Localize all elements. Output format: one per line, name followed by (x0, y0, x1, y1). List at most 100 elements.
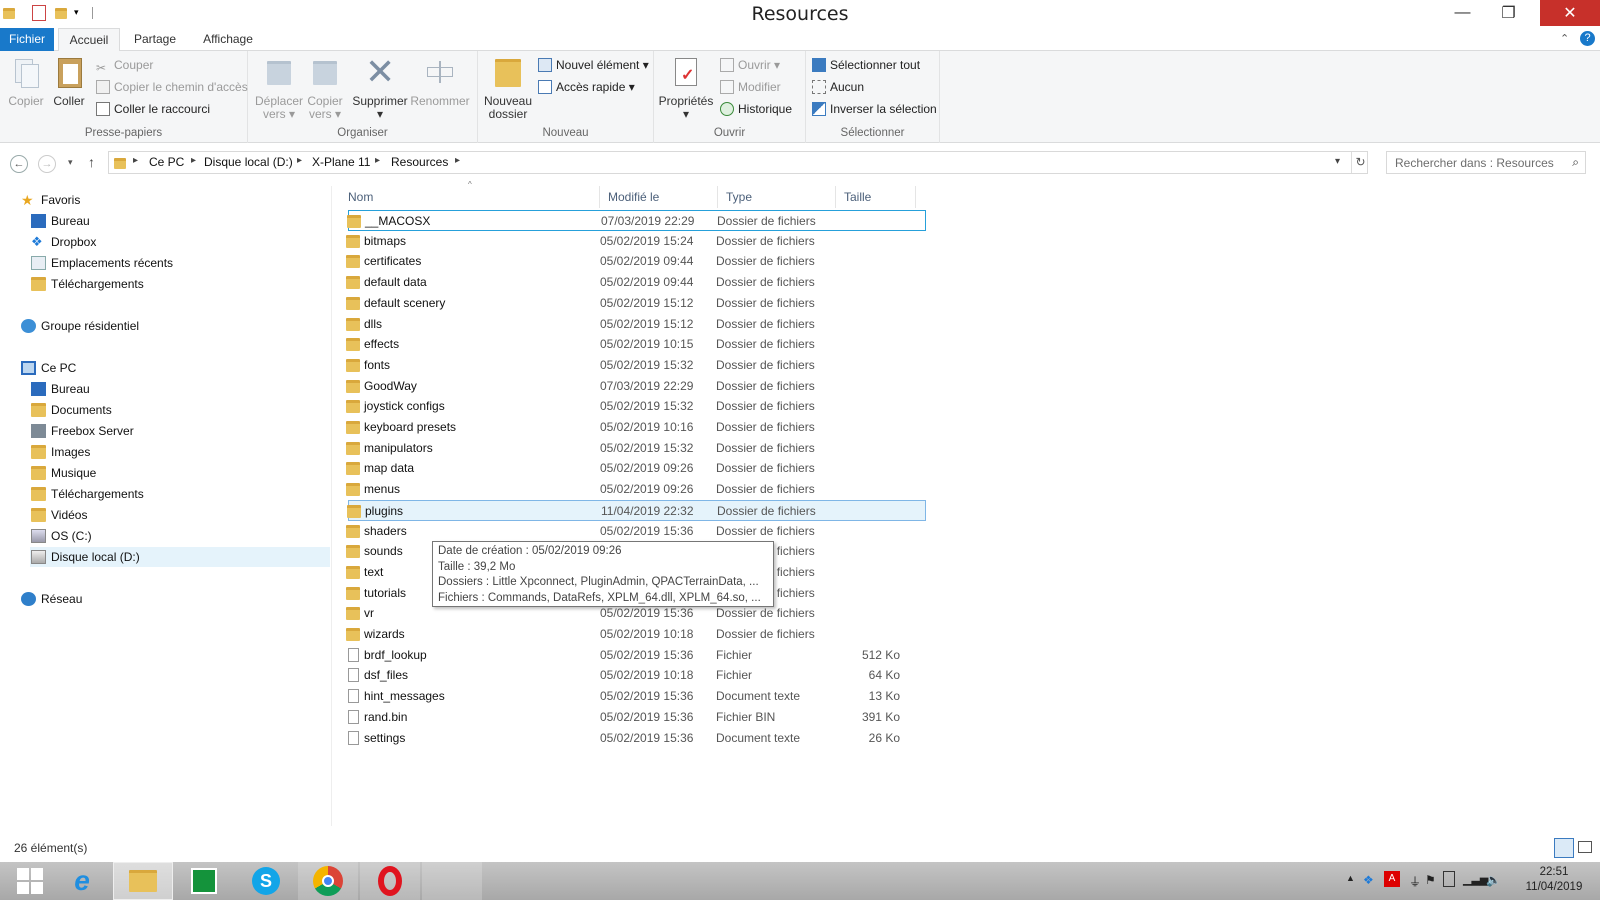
nav-pc-bureau[interactable]: Bureau (31, 379, 90, 399)
restore-button[interactable]: ❐ (1486, 0, 1531, 26)
nav-pc-drive-d[interactable]: Disque local (D:) (30, 547, 330, 567)
file-row[interactable]: manipulators 05/02/2019 15:32 Dossier de f… (346, 438, 926, 459)
file-row[interactable]: hint_messages 05/02/2019 15:36 Document te… (348, 686, 926, 707)
taskbar-window[interactable] (422, 862, 482, 900)
breadcrumb-resources[interactable]: Resources (391, 155, 448, 169)
dropbox-tray-icon[interactable]: ❖ (1363, 873, 1374, 887)
file-row[interactable]: GoodWay 07/03/2019 22:29 Dossier de fichie… (346, 376, 926, 397)
select-all-button[interactable]: Sélectionner tout (810, 55, 920, 75)
breadcrumb-ce-pc[interactable]: Ce PC (149, 155, 184, 169)
start-button[interactable] (0, 862, 60, 900)
column-header-type[interactable]: Type (718, 186, 836, 208)
show-hidden-icons[interactable]: ▲ (1346, 873, 1355, 883)
tab-accueil[interactable]: Accueil (58, 28, 120, 52)
tab-fichier[interactable]: Fichier (0, 28, 54, 51)
nav-pc-freebox[interactable]: Freebox Server (31, 421, 134, 441)
file-row[interactable]: effects 05/02/2019 10:15 Dossier de fichie… (346, 334, 926, 355)
invert-selection-button[interactable]: Inverser la sélection (810, 99, 937, 119)
network-signal-icon[interactable]: ▁▃▅ (1463, 873, 1488, 886)
copy-button[interactable]: Copier (6, 55, 46, 108)
select-none-button[interactable]: Aucun (810, 77, 864, 97)
properties-button[interactable]: ✓ Propriétés ▾ (658, 55, 714, 121)
tab-affichage[interactable]: Affichage (190, 28, 266, 51)
file-row[interactable]: fonts 05/02/2019 15:32 Dossier de fichiers (346, 355, 926, 376)
search-icon[interactable]: ⌕ (1572, 155, 1579, 170)
nav-fav-downloads[interactable]: Téléchargements (31, 274, 144, 294)
file-row[interactable]: shaders 05/02/2019 15:36 Dossier de fichie… (346, 521, 926, 542)
breadcrumb-x-plane[interactable]: X-Plane 11 (312, 155, 370, 169)
address-dropdown-icon[interactable]: ▾ (1335, 156, 1340, 167)
antivirus-tray-icon[interactable]: A (1384, 871, 1400, 887)
close-button[interactable]: ✕ (1540, 0, 1600, 26)
nav-pc-drive-c[interactable]: OS (C:) (31, 526, 92, 546)
address-bar[interactable]: ▸ Ce PC ▸ Disque local (D:) ▸ X-Plane 11… (108, 151, 1368, 174)
file-row[interactable]: plugins 11/04/2019 22:32 Dossier de fichie… (347, 499, 926, 521)
file-row[interactable]: settings 05/02/2019 15:36 Document texte 26… (348, 728, 926, 749)
paste-shortcut-button[interactable]: Coller le raccourci (94, 99, 210, 119)
new-folder-button[interactable]: Nouveau dossier (482, 55, 534, 121)
file-row[interactable]: dsf_files 05/02/2019 10:18 Fichier 64 Ko (348, 665, 926, 686)
tab-partage[interactable]: Partage (124, 28, 186, 51)
file-row[interactable]: joystick configs 05/02/2019 15:32 Dossier … (346, 396, 926, 417)
nav-pc-videos[interactable]: Vidéos (31, 505, 87, 525)
nav-pc-images[interactable]: Images (31, 442, 90, 462)
file-row[interactable]: menus 05/02/2019 09:26 Dossier de fichiers (346, 479, 926, 500)
file-row[interactable]: certificates 05/02/2019 09:44 Dossier de f… (346, 251, 926, 272)
breadcrumb-disque-d[interactable]: Disque local (D:) (204, 155, 293, 169)
file-row[interactable]: map data 05/02/2019 09:26 Dossier de fichi… (346, 458, 926, 479)
easy-access-button[interactable]: Accès rapide ▾ (536, 77, 635, 97)
file-row[interactable]: __MACOSX 07/03/2019 22:29 Dossier de fichi… (347, 210, 926, 231)
nav-fav-dropbox[interactable]: ❖ Dropbox (31, 232, 96, 252)
cut-button[interactable]: ✂ Couper (94, 55, 153, 75)
back-button[interactable]: ← (10, 155, 28, 173)
file-row[interactable]: rand.bin 05/02/2019 15:36 Fichier BIN 391 K… (348, 707, 926, 728)
column-header-size[interactable]: Taille (836, 186, 916, 208)
file-row[interactable]: wizards 05/02/2019 10:18 Dossier de fichie… (346, 624, 926, 645)
file-row[interactable]: default scenery 05/02/2019 15:12 Dossier d… (346, 293, 926, 314)
delete-button[interactable]: ✕ Supprimer ▾ (352, 54, 408, 121)
nav-fav-recent[interactable]: Emplacements récents (31, 253, 173, 273)
edit-button[interactable]: Modifier (718, 77, 781, 97)
rename-button[interactable]: Renommer (408, 55, 472, 108)
move-to-button[interactable]: Déplacer vers ▾ (254, 55, 304, 121)
new-item-button[interactable]: Nouvel élément ▾ (536, 55, 649, 75)
file-row[interactable]: default data 05/02/2019 09:44 Dossier de f… (346, 272, 926, 293)
nav-pc-musique[interactable]: Musique (31, 463, 96, 483)
taskbar-store[interactable] (174, 862, 234, 900)
file-row[interactable]: bitmaps 05/02/2019 15:24 Dossier de fichie… (346, 231, 926, 252)
nav-pc-downloads[interactable]: Téléchargements (31, 484, 144, 504)
battery-icon[interactable] (1443, 871, 1455, 887)
volume-icon[interactable]: 🔈 (1486, 873, 1501, 887)
nav-network[interactable]: Réseau (21, 589, 82, 609)
up-button[interactable]: ↑ (88, 154, 95, 170)
refresh-icon[interactable]: ↻ (1351, 152, 1369, 173)
collapse-ribbon-icon[interactable]: ⌃ (1560, 32, 1569, 45)
copy-to-button[interactable]: Copier vers ▾ (302, 55, 348, 121)
copy-path-button[interactable]: Copier le chemin d'accès (94, 77, 248, 97)
column-header-modified[interactable]: Modifié le (600, 186, 718, 208)
taskbar-file-explorer[interactable] (113, 862, 173, 900)
taskbar-internet-explorer[interactable]: e (52, 862, 112, 900)
column-header-name[interactable]: Nom (340, 186, 600, 208)
nav-pc-documents[interactable]: Documents (31, 400, 112, 420)
file-row[interactable]: dlls 05/02/2019 15:12 Dossier de fichiers (346, 314, 926, 335)
open-button[interactable]: Ouvrir ▾ (718, 55, 780, 75)
details-view-icon[interactable] (1554, 838, 1574, 858)
history-button[interactable]: Historique (718, 99, 792, 119)
nav-favorites[interactable]: ★ Favoris (21, 190, 80, 210)
recent-locations-icon[interactable]: ▾ (68, 157, 73, 168)
search-input[interactable]: Rechercher dans : Resources ⌕ (1386, 151, 1586, 174)
clock[interactable]: 22:51 11/04/2019 (1520, 865, 1588, 895)
file-row[interactable]: brdf_lookup 05/02/2019 15:36 Fichier 512 Ko (348, 645, 926, 666)
nav-fav-bureau[interactable]: Bureau (31, 211, 90, 231)
action-center-flag-icon[interactable]: ⚑ (1425, 873, 1436, 887)
file-row[interactable]: keyboard presets 05/02/2019 10:16 Dossier … (346, 417, 926, 438)
help-icon[interactable]: ? (1580, 31, 1595, 46)
nav-this-pc[interactable]: Ce PC (21, 358, 76, 378)
taskbar-skype[interactable]: S (236, 862, 296, 900)
taskbar-opera[interactable] (360, 862, 420, 900)
taskbar-chrome[interactable] (298, 862, 358, 900)
usb-tray-icon[interactable]: ⏚ (1409, 873, 1421, 890)
nav-homegroup[interactable]: Groupe résidentiel (21, 316, 139, 336)
forward-button[interactable]: → (38, 155, 56, 173)
